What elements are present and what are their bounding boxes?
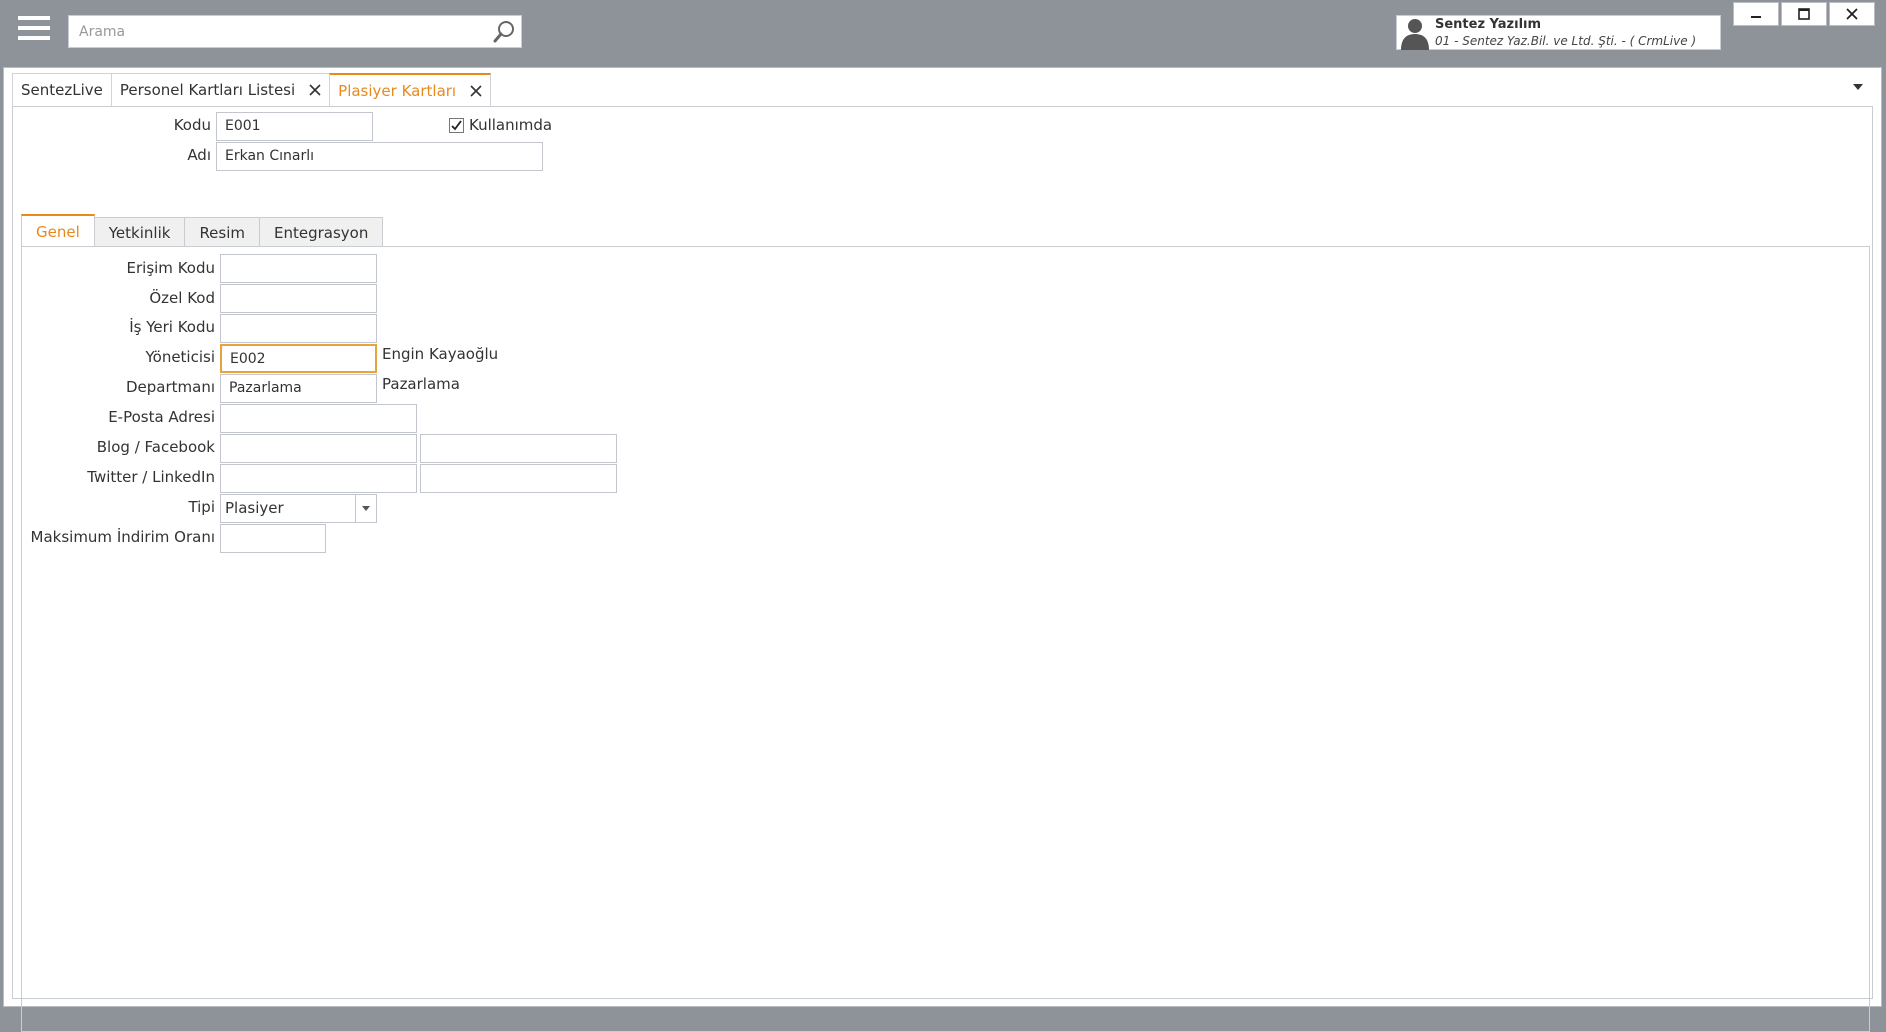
tab-plasiyer-kartlari[interactable]: Plasiyer Kartları [329,73,492,107]
tab-entegrasyon[interactable]: Entegrasyon [259,217,384,247]
adi-input[interactable]: Erkan Cınarlı [216,142,543,171]
tipi-label: Tipi [188,498,215,516]
blog-facebook-label: Blog / Facebook [96,438,215,456]
user-name: Sentez Yazılım [1435,17,1542,32]
tab-list-dropdown-icon[interactable] [1853,84,1863,90]
maks-indirim-label: Maksimum İndirim Oranı [30,528,215,546]
document-tabs: SentezLive Personel Kartları Listesi Pla… [12,73,492,109]
tab-label: Plasiyer Kartları [338,82,457,100]
main-window: SentezLive Personel Kartları Listesi Pla… [3,67,1882,1032]
adi-label: Adı [187,146,211,164]
tipi-selected-value: Plasiyer [225,499,284,517]
form-content: Kodu E001 Kullanımda Adı Erkan Cınarlı G… [12,106,1873,1032]
tab-label: SentezLive [21,81,103,99]
search-icon[interactable] [491,19,517,45]
minimize-button[interactable] [1733,2,1779,26]
tab-genel[interactable]: Genel [21,214,95,247]
eposta-input[interactable] [220,404,417,433]
kullanimda-checkbox[interactable]: Kullanımda [449,116,552,134]
yonetici-label: Yöneticisi [145,348,215,366]
close-button[interactable] [1829,2,1875,26]
tab-resim[interactable]: Resim [184,217,261,247]
yonetici-name: Engin Kayaoğlu [382,345,499,363]
menu-icon[interactable] [18,16,50,48]
erisim-kodu-input[interactable] [220,254,377,283]
checkbox-box [449,117,464,133]
dropdown-arrow-icon[interactable] [355,495,376,522]
kodu-input[interactable]: E001 [216,112,373,141]
facebook-input[interactable] [420,434,617,463]
check-icon [451,119,462,130]
tab-label: Personel Kartları Listesi [119,81,296,99]
tipi-select[interactable]: Plasiyer [220,494,377,523]
is-yeri-kodu-label: İş Yeri Kodu [129,318,215,336]
tab-yetkinlik[interactable]: Yetkinlik [93,217,186,247]
yonetici-input[interactable]: E002 [220,344,377,373]
genel-panel: Erişim Kodu Özel Kod İş Yeri Kodu Yöneti… [21,246,1870,1032]
departman-input[interactable]: Pazarlama [220,374,377,403]
menu-icon-line [18,16,50,20]
twitter-linkedin-label: Twitter / LinkedIn [87,468,215,486]
eposta-label: E-Posta Adresi [108,408,215,426]
ozel-kod-input[interactable] [220,284,377,313]
departman-label: Departmanı [125,378,215,396]
linkedin-input[interactable] [420,464,617,493]
user-avatar-icon [1401,19,1429,50]
close-icon[interactable] [309,84,321,96]
kodu-label: Kodu [173,116,211,134]
minimize-icon [1751,16,1761,18]
close-icon[interactable] [470,85,482,97]
detail-tabs: Genel Yetkinlik Resim Entegrasyon [21,214,384,247]
search-input[interactable] [69,16,489,47]
kullanimda-label: Kullanımda [469,116,553,134]
menu-icon-line [18,36,50,40]
twitter-input[interactable] [220,464,417,493]
user-panel[interactable]: Sentez Yazılım 01 - Sentez Yaz.Bil. ve L… [1396,15,1721,50]
departman-name: Pazarlama [382,375,460,393]
tab-sentezlive[interactable]: SentezLive [12,73,112,106]
maks-indirim-input[interactable] [220,524,326,553]
tab-personel-kartlari-listesi[interactable]: Personel Kartları Listesi [110,73,331,106]
is-yeri-kodu-input[interactable] [220,314,377,343]
maximize-button[interactable] [1781,2,1827,26]
ozel-kod-label: Özel Kod [149,289,215,307]
erisim-kodu-label: Erişim Kodu [126,259,215,277]
maximize-icon [1798,8,1810,20]
close-icon [1846,8,1858,20]
user-company: 01 - Sentez Yaz.Bil. ve Ltd. Şti. - ( Cr… [1435,34,1697,48]
menu-icon-line [18,26,50,30]
search-box [68,15,522,48]
blog-input[interactable] [220,434,417,463]
